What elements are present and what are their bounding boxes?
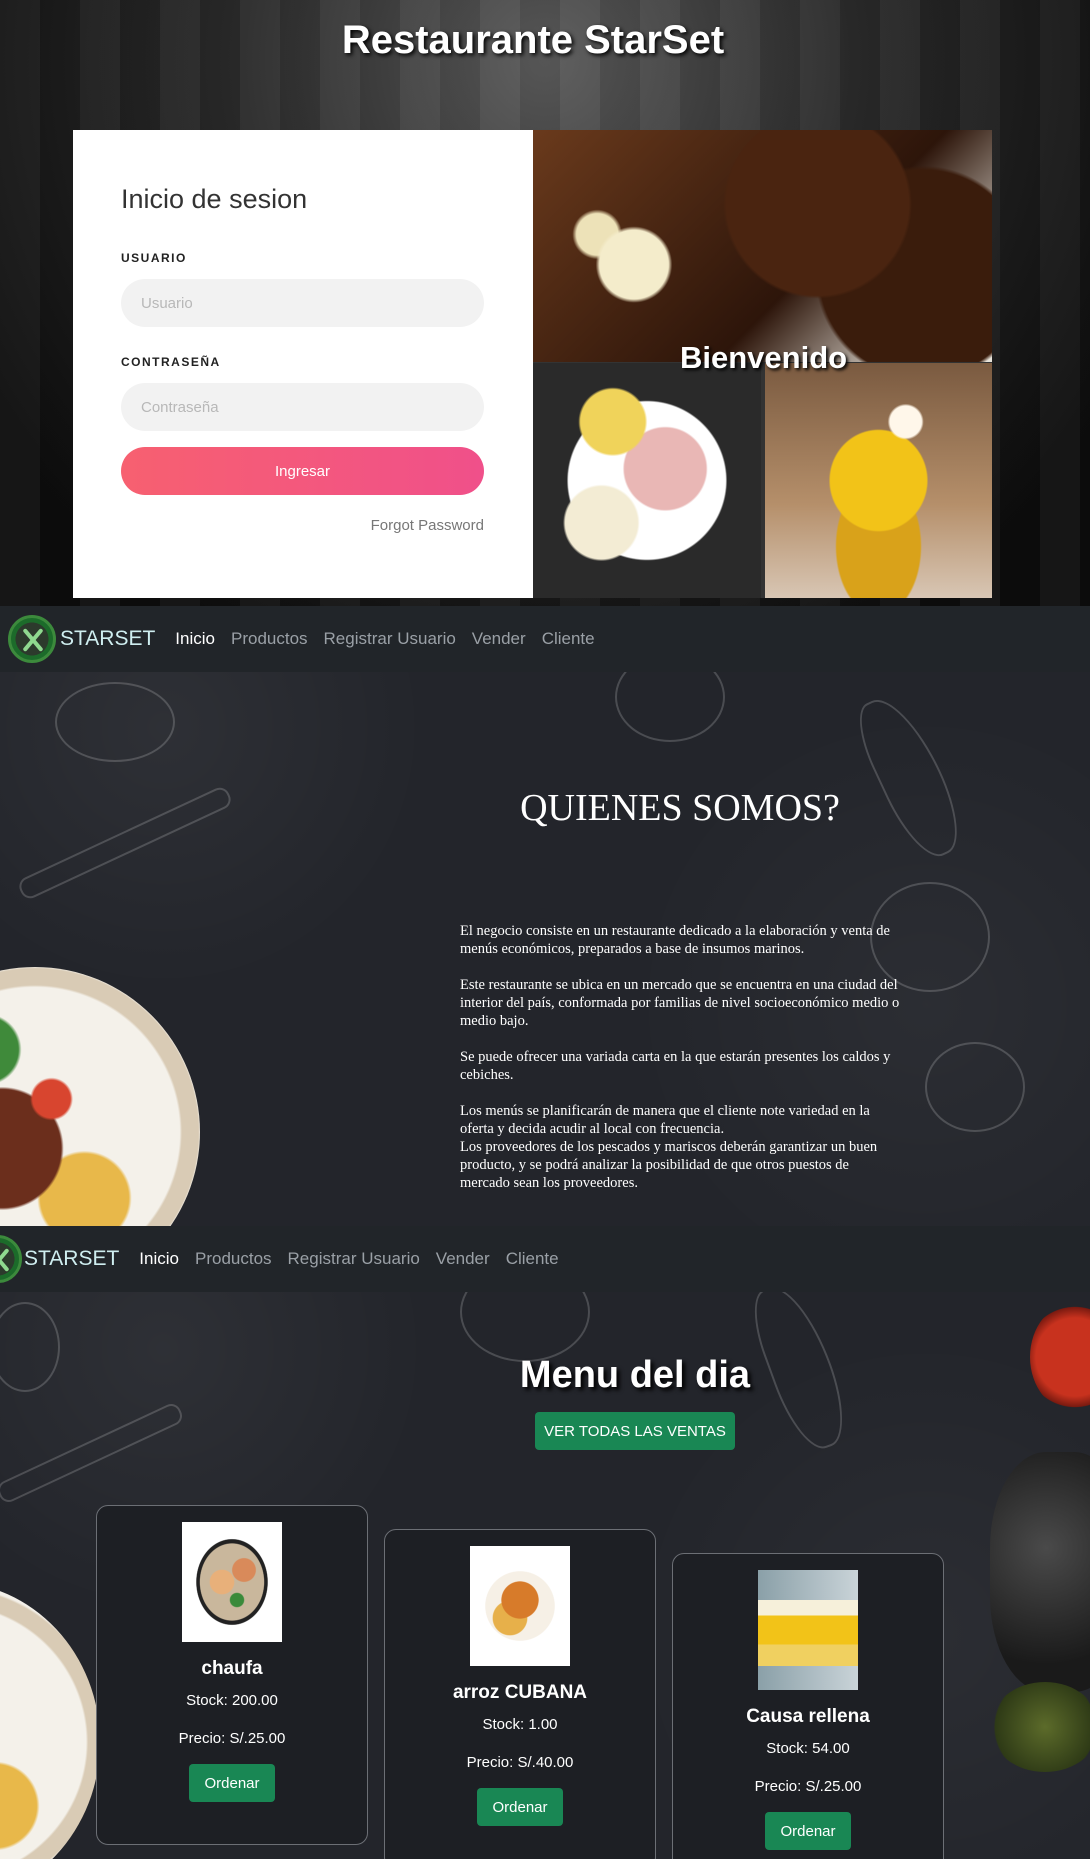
steak-plate-image bbox=[0, 1582, 100, 1859]
order-button[interactable]: Ordenar bbox=[765, 1812, 851, 1850]
fork-doodle bbox=[16, 784, 234, 902]
nav-link-inicio[interactable]: Inicio bbox=[175, 629, 215, 649]
password-input[interactable] bbox=[121, 383, 484, 431]
ceviche-photo bbox=[533, 363, 761, 598]
navbar-menu: STARSET Inicio Productos Registrar Usuar… bbox=[0, 1226, 1090, 1292]
forgot-password-link[interactable]: Forgot Password bbox=[121, 517, 484, 534]
about-section: QUIENES SOMOS? El negocio consiste en un… bbox=[0, 672, 1090, 1226]
about-text: El negocio consiste en un restaurante de… bbox=[460, 922, 900, 1210]
product-image bbox=[182, 1522, 282, 1642]
fork-doodle bbox=[0, 1400, 186, 1506]
brand[interactable]: STARSET bbox=[8, 615, 155, 663]
about-paragraph: El negocio consiste en un restaurante de… bbox=[460, 923, 890, 957]
brand-name: STARSET bbox=[24, 1247, 120, 1270]
onion-doodle bbox=[0, 1302, 60, 1392]
brand[interactable]: STARSET bbox=[0, 1235, 119, 1283]
product-card: Causa rellena Stock: 54.00 Precio: S/.25… bbox=[672, 1553, 944, 1859]
crossed-fork-knife-icon bbox=[8, 615, 56, 663]
nav-link-cliente[interactable]: Cliente bbox=[542, 629, 595, 649]
nav-link-cliente[interactable]: Cliente bbox=[506, 1249, 559, 1269]
causa-photo bbox=[765, 363, 992, 598]
product-stock: Stock: 1.00 bbox=[482, 1716, 558, 1733]
product-stock: Stock: 54.00 bbox=[766, 1740, 850, 1757]
product-price: Precio: S/.25.00 bbox=[754, 1778, 862, 1795]
steak-plate-image bbox=[0, 967, 200, 1226]
tomato-doodle bbox=[460, 1292, 590, 1362]
tomatoes-image bbox=[1030, 1302, 1090, 1412]
view-all-sales-button[interactable]: VER TODAS LAS VENTAS bbox=[535, 1412, 735, 1450]
product-name: chaufa bbox=[201, 1658, 263, 1679]
herbs-image bbox=[990, 1682, 1090, 1772]
product-name: arroz CUBANA bbox=[452, 1682, 588, 1703]
login-section: Restaurante StarSet Inicio de sesion USU… bbox=[0, 0, 1090, 606]
meat-photo bbox=[533, 130, 992, 362]
order-button[interactable]: Ordenar bbox=[189, 1764, 275, 1802]
about-title: QUIENES SOMOS? bbox=[520, 787, 840, 829]
nav-link-productos[interactable]: Productos bbox=[231, 629, 308, 649]
product-image bbox=[470, 1546, 570, 1666]
brand-name: STARSET bbox=[60, 627, 156, 650]
food-collage: Bienvenido bbox=[533, 130, 992, 598]
about-paragraph: Este restaurante se ubica en un mercado … bbox=[460, 977, 900, 1029]
login-button[interactable]: Ingresar bbox=[121, 447, 484, 495]
nav-link-registrar-usuario[interactable]: Registrar Usuario bbox=[324, 629, 456, 649]
product-image bbox=[758, 1570, 858, 1690]
onion-doodle bbox=[55, 682, 175, 762]
product-price: Precio: S/.25.00 bbox=[178, 1730, 286, 1747]
nav-links: Inicio Productos Registrar Usuario Vende… bbox=[139, 1249, 574, 1269]
product-price: Precio: S/.40.00 bbox=[466, 1754, 574, 1771]
username-input[interactable] bbox=[121, 279, 484, 327]
login-heading: Inicio de sesion bbox=[121, 184, 308, 214]
nav-link-vender[interactable]: Vender bbox=[436, 1249, 490, 1269]
tomato-doodle bbox=[615, 672, 725, 742]
product-stock: Stock: 200.00 bbox=[186, 1692, 278, 1709]
username-label: USUARIO bbox=[121, 251, 187, 265]
stone-mortar-image bbox=[990, 1452, 1090, 1692]
login-form: Inicio de sesion USUARIO CONTRASEÑA Ingr… bbox=[73, 130, 533, 598]
site-title: Restaurante StarSet bbox=[341, 18, 725, 62]
nav-link-vender[interactable]: Vender bbox=[472, 629, 526, 649]
chili-doodle bbox=[846, 687, 974, 867]
nav-link-inicio[interactable]: Inicio bbox=[139, 1249, 179, 1269]
nav-links: Inicio Productos Registrar Usuario Vende… bbox=[175, 629, 610, 649]
onion-ring-doodle bbox=[925, 1042, 1025, 1132]
product-card: arroz CUBANA Stock: 1.00 Precio: S/.40.0… bbox=[384, 1529, 656, 1859]
welcome-text: Bienvenido bbox=[680, 340, 848, 375]
menu-title: Menu del dia bbox=[519, 1354, 751, 1396]
order-button[interactable]: Ordenar bbox=[477, 1788, 563, 1826]
login-card: Inicio de sesion USUARIO CONTRASEÑA Ingr… bbox=[73, 130, 992, 598]
nav-link-productos[interactable]: Productos bbox=[195, 1249, 272, 1269]
product-name: Causa rellena bbox=[746, 1706, 870, 1727]
navbar-top: STARSET Inicio Productos Registrar Usuar… bbox=[0, 606, 1090, 672]
about-paragraph: Los proveedores de los pescados y marisc… bbox=[460, 1139, 878, 1191]
about-paragraph: Se puede ofrecer una variada carta en la… bbox=[460, 1049, 891, 1083]
about-paragraph: Los menús se planificarán de manera que … bbox=[460, 1103, 870, 1137]
password-label: CONTRASEÑA bbox=[121, 355, 221, 369]
product-card: chaufa Stock: 200.00 Precio: S/.25.00 Or… bbox=[96, 1505, 368, 1845]
nav-link-registrar-usuario[interactable]: Registrar Usuario bbox=[288, 1249, 420, 1269]
menu-section: Menu del dia VER TODAS LAS VENTAS chaufa… bbox=[0, 1292, 1090, 1859]
crossed-fork-knife-icon bbox=[0, 1235, 22, 1283]
